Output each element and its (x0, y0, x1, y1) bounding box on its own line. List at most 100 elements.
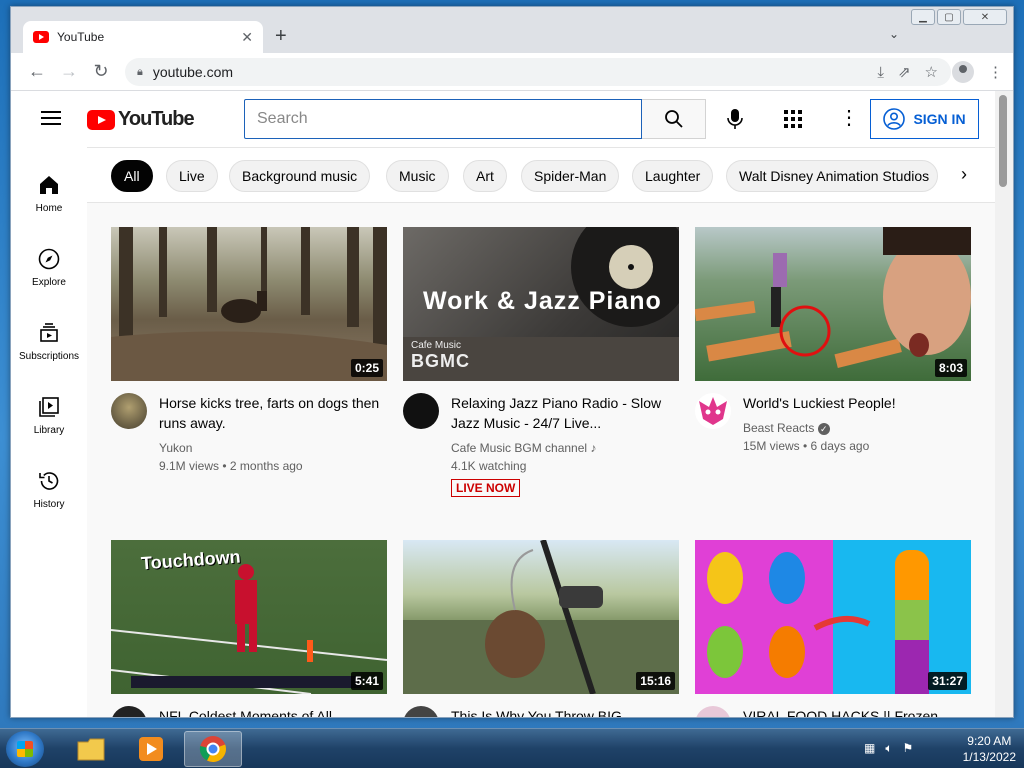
minimize-button[interactable]: ▁ (911, 9, 935, 25)
compass-icon (38, 248, 60, 270)
music-note-icon: ♪ (590, 441, 597, 455)
address-bar[interactable]: 🔒︎ youtube.com (125, 58, 951, 86)
subscriptions-icon (40, 323, 58, 342)
menu-icon[interactable] (41, 111, 61, 125)
bridge-scene (695, 227, 971, 369)
page-scrollbar[interactable] (995, 91, 1013, 717)
chip-walt-disney[interactable]: Walt Disney Animation Studios (726, 160, 938, 192)
video-title[interactable]: Horse kicks tree, farts on dogs then run… (159, 393, 387, 433)
beast-reacts-logo-icon (699, 397, 727, 425)
new-tab-icon[interactable]: + (275, 25, 287, 48)
apps-grid-icon[interactable] (781, 107, 805, 131)
channel-name[interactable]: Beast Reacts ✓ (743, 419, 971, 437)
forward-icon[interactable]: → (53, 61, 85, 82)
chevron-right-icon[interactable]: › (961, 164, 967, 185)
video-title[interactable]: World's Luckiest People! (743, 393, 971, 413)
settings-more-icon[interactable]: ⋮ (839, 105, 859, 130)
video-thumbnail[interactable]: Work & Jazz Piano Cafe Music BGMC (403, 227, 679, 381)
video-card[interactable]: 31:27 VIRAL FOOD HACKS || Frozen... (695, 540, 971, 717)
chip-laughter[interactable]: Laughter (632, 160, 714, 192)
media-player-taskbar-button[interactable] (122, 731, 180, 767)
chip-art[interactable]: Art (463, 160, 507, 192)
channel-avatar[interactable] (403, 706, 439, 717)
sidebar-item-library[interactable]: Library (11, 395, 87, 436)
toolbar-icons: ⤓ ⇗ ☆ ⋮ (877, 61, 1003, 83)
chrome-taskbar-button[interactable] (184, 731, 242, 767)
folder-icon (77, 738, 105, 761)
sign-in-button[interactable]: SIGN IN (870, 99, 979, 139)
network-icon[interactable]: ▦ (864, 741, 875, 756)
video-card[interactable]: 8:03 World's Luckiest People! Beast Reac… (695, 227, 971, 455)
youtube-favicon-icon (33, 31, 49, 43)
voice-search-button[interactable] (719, 103, 751, 135)
chip-live[interactable]: Live (166, 160, 218, 192)
tab-search-icon[interactable]: ⌄ (889, 27, 899, 41)
youtube-logo[interactable]: YouTube (87, 108, 195, 131)
browser-toolbar: ← → ↻ 🔒︎ youtube.com ⤓ ⇗ ☆ ⋮ (11, 53, 1013, 91)
sign-in-label: SIGN IN (913, 111, 966, 127)
video-title[interactable]: Relaxing Jazz Piano Radio - Slow Jazz Mu… (451, 393, 679, 433)
chip-music[interactable]: Music (386, 160, 449, 192)
sidebar-item-explore[interactable]: Explore (11, 247, 87, 288)
clock[interactable]: 9:20 AM 1/13/2022 (963, 733, 1016, 765)
window-controls: ▁ ▢ ✕ (911, 9, 1007, 25)
tab-close-icon[interactable]: ✕ (241, 29, 253, 46)
video-duration: 15:16 (636, 672, 675, 690)
video-duration: 31:27 (928, 672, 967, 690)
close-window-button[interactable]: ✕ (963, 9, 1007, 25)
video-thumbnail[interactable]: Touchdown 5:41 (111, 540, 387, 694)
install-app-icon[interactable]: ⤓ (877, 64, 884, 81)
search-button[interactable] (642, 99, 706, 139)
thumbnail-title: Work & Jazz Piano (423, 287, 662, 315)
sidebar-item-subscriptions[interactable]: Subscriptions (11, 321, 87, 362)
channel-name[interactable]: Yukon (159, 439, 387, 457)
taskbar: ▦ 🔈︎ ⚑ 9:20 AM 1/13/2022 (0, 728, 1024, 768)
channel-name[interactable]: Cafe Music BGM channel ♪ (451, 439, 679, 457)
video-thumbnail[interactable]: 31:27 (695, 540, 971, 694)
video-title[interactable]: VIRAL FOOD HACKS || Frozen... (743, 706, 971, 717)
channel-name-label: Beast Reacts (743, 421, 815, 435)
channel-avatar[interactable] (695, 706, 731, 717)
channel-avatar[interactable] (111, 706, 147, 717)
scrollbar-thumb[interactable] (999, 95, 1007, 187)
filter-chip-bar: All Live Background music Music Art Spid… (87, 147, 997, 203)
file-explorer-taskbar-button[interactable] (62, 731, 120, 767)
search-input[interactable]: Search (244, 99, 642, 139)
back-icon[interactable]: ← (21, 61, 53, 82)
video-title[interactable]: This Is Why You Throw BIG... (451, 706, 679, 717)
video-card[interactable]: 0:25 Horse kicks tree, farts on dogs the… (111, 227, 387, 475)
chip-all[interactable]: All (111, 160, 153, 192)
chip-spider-man[interactable]: Spider-Man (521, 160, 620, 192)
url-text: youtube.com (152, 64, 234, 80)
bookmark-star-icon[interactable]: ☆ (925, 63, 938, 81)
video-thumbnail[interactable]: 8:03 (695, 227, 971, 381)
channel-avatar[interactable] (403, 393, 439, 429)
channel-avatar[interactable] (695, 393, 731, 429)
action-center-icon[interactable]: ⚑ (903, 741, 914, 756)
share-icon[interactable]: ⇗ (898, 63, 911, 81)
video-card[interactable]: 15:16 This Is Why You Throw BIG... (403, 540, 679, 717)
channel-name-label: Cafe Music BGM channel (451, 441, 588, 455)
video-thumbnail[interactable]: 0:25 (111, 227, 387, 381)
video-thumbnail[interactable]: 15:16 (403, 540, 679, 694)
video-card[interactable]: Touchdown 5:41 NFL Coldest Moments of Al… (111, 540, 387, 717)
chip-background-music[interactable]: Background music (229, 160, 371, 192)
youtube-logo-text: YouTube (118, 108, 195, 130)
tab-youtube[interactable]: YouTube ✕ (23, 21, 263, 53)
video-duration: 5:41 (350, 672, 383, 690)
sidebar-item-home[interactable]: Home (11, 173, 87, 214)
channel-avatar[interactable] (111, 393, 147, 429)
maximize-button[interactable]: ▢ (937, 9, 961, 25)
chrome-menu-icon[interactable]: ⋮ (988, 63, 1003, 81)
reload-icon[interactable]: ↻ (85, 61, 117, 82)
volume-icon[interactable]: 🔈︎ (885, 741, 892, 756)
video-title[interactable]: NFL Coldest Moments of All... (159, 706, 387, 717)
profile-icon[interactable] (952, 61, 974, 83)
sidebar-item-label: Subscriptions (18, 351, 80, 362)
lock-icon[interactable]: 🔒︎ (137, 66, 143, 79)
video-card[interactable]: Work & Jazz Piano Cafe Music BGMC Relaxi… (403, 227, 679, 497)
start-button[interactable] (6, 731, 44, 767)
sidebar-item-label: History (33, 499, 65, 510)
browser-window: YouTube ✕ + ⌄ ▁ ▢ ✕ ← → ↻ 🔒︎ youtube.com… (10, 6, 1014, 718)
sidebar-item-history[interactable]: History (11, 469, 87, 510)
